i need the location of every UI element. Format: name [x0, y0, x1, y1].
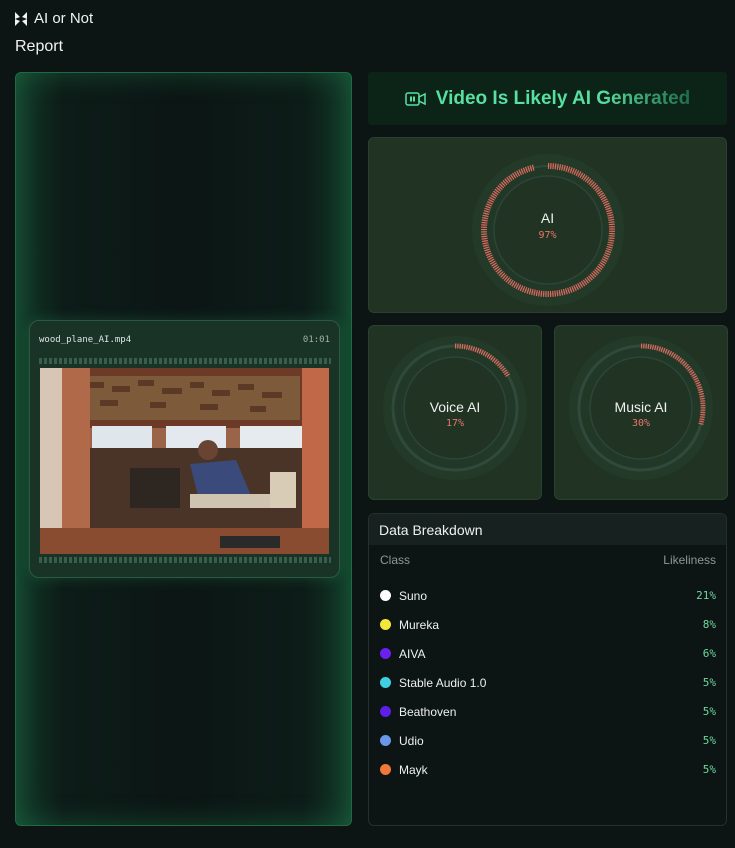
list-item: Beathoven 5%	[369, 697, 726, 726]
class-color-dot	[380, 648, 391, 659]
verdict-text: Video Is Likely AI Generated	[435, 87, 691, 109]
music-ai-gauge-card: Music AI 30%	[554, 325, 728, 500]
list-item: AIVA 6%	[369, 639, 726, 668]
video-camera-icon	[405, 91, 426, 106]
class-likeliness: 8%	[702, 618, 716, 631]
voice-ai-gauge-label: Voice AI	[429, 399, 481, 415]
video-duration: 01:01	[302, 335, 330, 345]
class-color-dot	[380, 677, 391, 688]
data-breakdown-title: Data Breakdown	[369, 514, 726, 545]
film-strip-bottom	[39, 557, 331, 563]
list-item: Mayk 5%	[369, 755, 726, 784]
media-panel: wood_plane_AI.mp4 01:01	[15, 72, 352, 826]
film-strip-top	[39, 358, 331, 364]
breakdown-list: Suno 21% Mureka 8% AIVA 6% Stable Audio 1.0 5% B…	[369, 581, 726, 784]
list-item: Mureka 8%	[369, 610, 726, 639]
ai-gauge-card: AI 97%	[368, 137, 727, 313]
app-brand[interactable]: AI or Not	[14, 10, 93, 27]
ai-gauge-ring	[472, 154, 624, 306]
voice-ai-gauge-value: 17%	[445, 418, 465, 429]
class-color-dot	[380, 735, 391, 746]
app-name: AI or Not	[34, 10, 94, 27]
class-likeliness: 21%	[696, 589, 716, 602]
data-breakdown-panel: Data Breakdown Class Likeliness Suno 21% M…	[368, 513, 727, 826]
class-name: AIVA	[399, 646, 426, 661]
butterfly-logo-icon	[15, 11, 27, 26]
class-color-dot	[380, 619, 391, 630]
list-item: Suno 21%	[369, 581, 726, 610]
verdict-banner: Video Is Likely AI Generated	[368, 72, 727, 125]
list-item: Udio 5%	[369, 726, 726, 755]
class-name: Mureka	[399, 617, 440, 632]
page-title: Report	[15, 38, 64, 55]
class-name: Beathoven	[399, 704, 457, 719]
class-likeliness: 5%	[702, 763, 716, 776]
class-color-dot	[380, 590, 391, 601]
class-likeliness: 5%	[702, 676, 716, 689]
video-frame-image[interactable]	[40, 368, 329, 554]
class-name: Mayk	[399, 762, 428, 777]
class-color-dot	[380, 764, 391, 775]
video-file-name: wood_plane_AI.mp4	[39, 335, 132, 345]
voice-ai-gauge-card: Voice AI 17%	[368, 325, 542, 500]
class-color-dot	[380, 706, 391, 717]
class-name: Udio	[399, 733, 424, 748]
column-header-likeliness: Likeliness	[663, 553, 716, 567]
ai-gauge-label: AI	[540, 210, 555, 226]
class-likeliness: 6%	[702, 647, 716, 660]
class-name: Suno	[399, 588, 428, 603]
video-card[interactable]: wood_plane_AI.mp4 01:01	[29, 320, 340, 578]
music-ai-gauge-label: Music AI	[614, 399, 668, 415]
class-likeliness: 5%	[702, 734, 716, 747]
column-header-class: Class	[380, 553, 411, 567]
class-name: Stable Audio 1.0	[399, 675, 487, 690]
breakdown-column-headers: Class Likeliness	[369, 545, 726, 567]
list-item: Stable Audio 1.0 5%	[369, 668, 726, 697]
class-likeliness: 5%	[702, 705, 716, 718]
ai-gauge-value: 97%	[538, 230, 557, 241]
music-ai-gauge-value: 30%	[631, 418, 651, 429]
